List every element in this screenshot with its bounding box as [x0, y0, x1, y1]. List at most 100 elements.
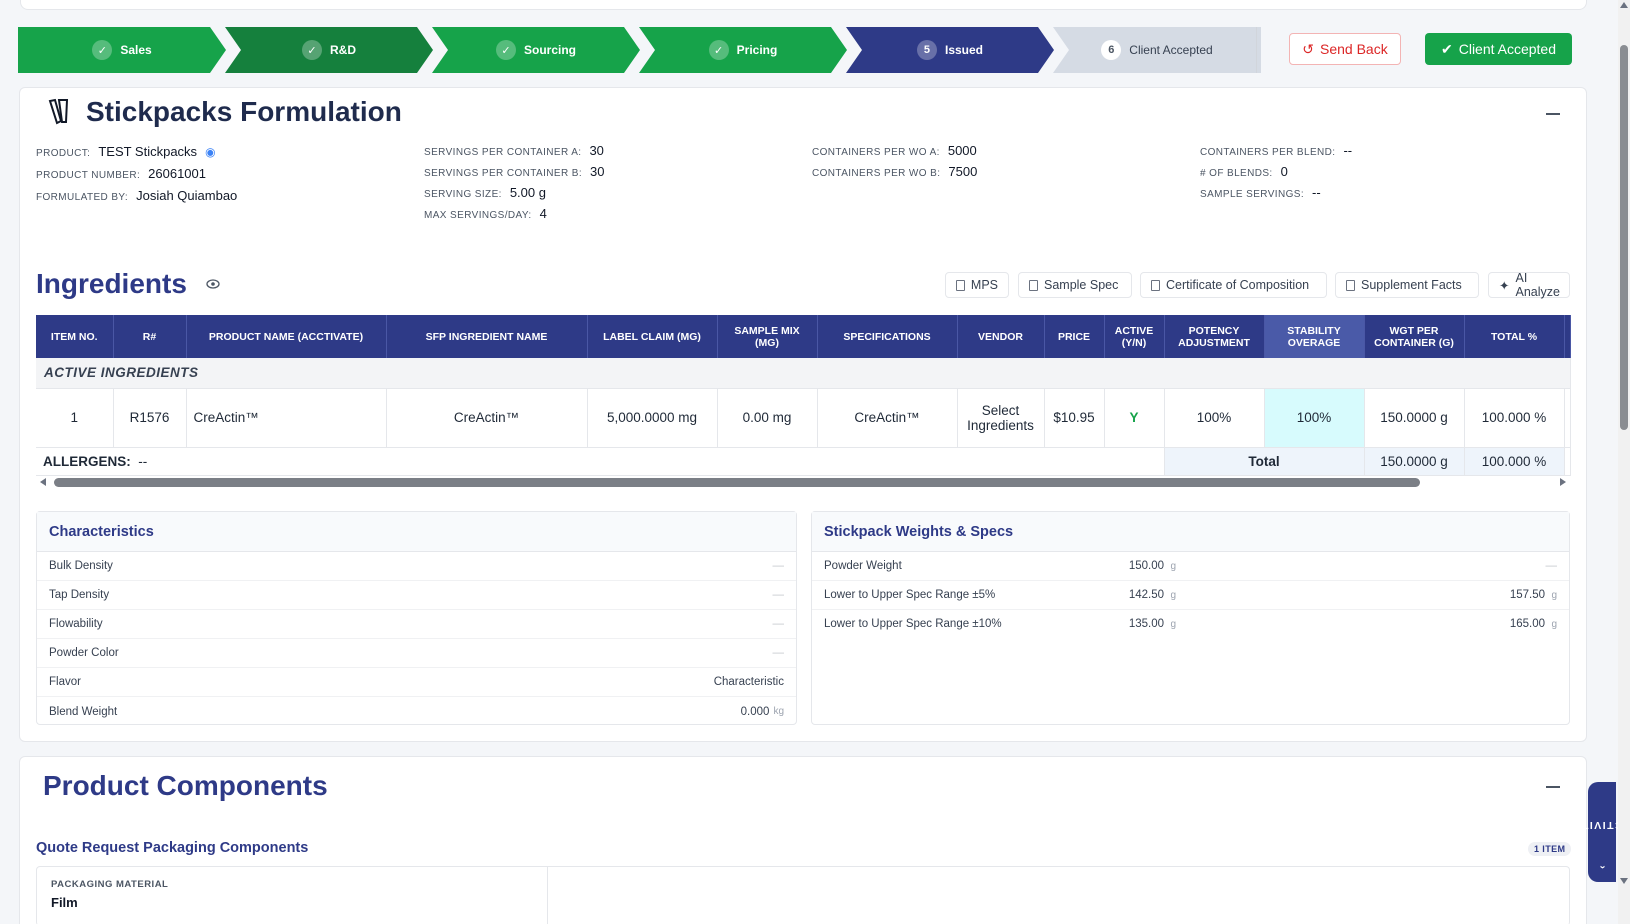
allergens-cell: ALLERGENS: -- [36, 447, 1165, 476]
col-price[interactable]: PRICE [1044, 315, 1105, 358]
activity-tab[interactable]: ‹ ACTIVITY [1572, 782, 1630, 882]
scroll-right-icon[interactable] [1560, 478, 1566, 486]
col-vendor[interactable]: VENDOR [957, 315, 1045, 358]
col-wgt-per-container[interactable]: WGT PER CONTAINER (G) [1364, 315, 1465, 358]
characteristic-row: Bulk Density — [37, 552, 796, 581]
certificate-of-composition-button[interactable]: Certificate of Composition [1140, 272, 1327, 298]
col-product-name[interactable]: PRODUCT NAME (ACCTIVATE) [186, 315, 387, 358]
col-r-number[interactable]: R# [113, 315, 187, 358]
characteristic-row: Flavor Characteristic [37, 668, 796, 697]
client-accepted-button[interactable]: ✔ Client Accepted [1425, 33, 1572, 65]
check-circle-icon: ✔ [1440, 40, 1453, 57]
stickpack-icon [48, 98, 69, 125]
supplement-facts-button[interactable]: Supplement Facts [1335, 272, 1479, 298]
weights-title: Stickpack Weights & Specs [812, 512, 1569, 552]
document-icon [1151, 279, 1160, 291]
meta-number-of-blends: # OF BLENDS: 0 [1200, 164, 1288, 179]
characteristics-panel: Characteristics Bulk Density — Tap Densit… [36, 511, 797, 725]
weight-row: Lower to Upper Spec Range ±10% 135.00 g … [824, 618, 1557, 630]
step-client-accepted[interactable]: 6 Client Accepted [1053, 27, 1261, 73]
eye-icon[interactable]: ◉ [205, 145, 216, 159]
step-sourcing[interactable]: ✓ Sourcing [432, 27, 640, 73]
col-total-pct[interactable]: TOTAL % [1464, 315, 1565, 358]
step-sales[interactable]: ✓ Sales [18, 27, 226, 73]
meta-max-servings: MAX SERVINGS/DAY: 4 [424, 206, 547, 221]
col-sample-mix[interactable]: SAMPLE MIX (MG) [717, 315, 818, 358]
check-icon: ✓ [708, 40, 729, 60]
formulation-title: Stickpacks Formulation [86, 96, 402, 127]
characteristic-row: Tap Density — [37, 581, 796, 610]
packaging-component-box: PACKAGING MATERIAL Film [36, 866, 1570, 924]
meta-serving-size: SERVING SIZE: 5.00 g [424, 185, 546, 200]
collapse-components-button[interactable] [1546, 786, 1560, 788]
weight-row: Lower to Upper Spec Range ±5% 142.50 g 1… [812, 581, 1569, 610]
send-back-button[interactable]: ↺ Send Back [1289, 33, 1401, 65]
col-stability[interactable]: STABILITY OVERAGE [1264, 315, 1365, 358]
col-potency[interactable]: POTENCY ADJUSTMENT [1164, 315, 1265, 358]
scroll-down-icon[interactable] [1620, 878, 1628, 884]
page-vertical-scrollbar[interactable] [1618, 0, 1630, 924]
characteristic-row: Flowability — [37, 610, 796, 639]
packaging-material-value: Film [51, 895, 78, 910]
undo-icon: ↺ [1302, 40, 1314, 57]
step-pricing[interactable]: ✓ Pricing [639, 27, 847, 73]
table-horizontal-scrollbar[interactable] [36, 476, 1570, 488]
step-number-badge: 6 [1101, 40, 1122, 60]
meta-servings-a: SERVINGS PER CONTAINER A: 30 [424, 143, 604, 158]
table-footer-row: ALLERGENS: -- Total 150.0000 g 100.000 % [36, 447, 1571, 476]
total-label: Total [1164, 447, 1365, 476]
scrollbar-thumb[interactable] [54, 478, 1420, 487]
mps-button[interactable]: MPS [945, 272, 1009, 298]
workflow-stepper: ✓ Sales ✓ R&D ✓ Sourcing ✓ Pricing 5 Issued 6… [18, 27, 1261, 73]
col-sfp-ingredient[interactable]: SFP INGREDIENT NAME [386, 315, 588, 358]
step-issued[interactable]: 5 Issued [846, 27, 1054, 73]
document-icon [1346, 279, 1355, 291]
weight-row: Powder Weight 150.00 g — [812, 552, 1569, 581]
characteristic-row: Blend Weight 0.000 kg [49, 705, 784, 718]
section-active-ingredients: ACTIVE INGREDIENTS [36, 358, 1571, 389]
ingredients-title: Ingredients [36, 268, 187, 299]
check-icon: ✓ [495, 40, 516, 60]
activity-label: ‹ ACTIVITY [1572, 819, 1630, 869]
meta-containers-wo-a: CONTAINERS PER WO A: 5000 [812, 143, 977, 158]
ai-analyze-button[interactable]: ✦ AI Analyze [1488, 271, 1570, 299]
characteristics-title: Characteristics [37, 512, 796, 552]
col-overflow [1564, 315, 1571, 358]
table-row[interactable]: 1 R1576 CreActin™ CreActin™ 5,000.0000 m… [36, 388, 1571, 448]
meta-containers-wo-b: CONTAINERS PER WO B: 7500 [812, 164, 978, 179]
product-components-title: Product Components [43, 770, 328, 801]
col-label-claim[interactable]: LABEL CLAIM (MG) [587, 315, 718, 358]
check-icon: ✓ [302, 40, 322, 60]
stickpack-weights-panel: Stickpack Weights & Specs Powder Weight … [811, 511, 1570, 725]
document-icon [956, 279, 965, 291]
meta-servings-b: SERVINGS PER CONTAINER B: 30 [424, 164, 605, 179]
check-icon: ✓ [92, 40, 113, 60]
packaging-divider [547, 867, 548, 924]
total-percent: 100.000 % [1464, 447, 1565, 476]
item-count-badge: 1 ITEM [1528, 842, 1572, 856]
scroll-left-icon[interactable] [40, 478, 46, 486]
step-number-badge: 5 [916, 40, 937, 60]
top-card-edge [20, 0, 1587, 10]
quote-request-title: Quote Request Packaging Components [36, 840, 309, 856]
eye-icon[interactable] [206, 279, 220, 289]
meta-containers-per-blend: CONTAINERS PER BLEND: -- [1200, 143, 1353, 158]
scroll-up-icon[interactable] [1620, 2, 1628, 8]
collapse-formulation-button[interactable] [1546, 113, 1560, 115]
meta-product-number: PRODUCT NUMBER: 26061001 [36, 166, 206, 181]
workflow-divider [1256, 27, 1257, 73]
col-specifications[interactable]: SPECIFICATIONS [817, 315, 958, 358]
col-item-no[interactable]: ITEM NO. [36, 315, 114, 358]
sample-spec-button[interactable]: Sample Spec [1018, 272, 1132, 298]
meta-product: PRODUCT: TEST Stickpacks ◉ [36, 144, 216, 159]
meta-formulated-by: FORMULATED BY: Josiah Quiambao [36, 188, 238, 203]
scrollbar-thumb[interactable] [1620, 45, 1628, 430]
meta-sample-servings: SAMPLE SERVINGS: -- [1200, 185, 1321, 200]
step-rnd[interactable]: ✓ R&D [225, 27, 433, 73]
table-header-row: ITEM NO. R# PRODUCT NAME (ACCTIVATE) SFP… [36, 315, 1571, 358]
total-weight: 150.0000 g [1364, 447, 1465, 476]
col-active[interactable]: ACTIVE (Y/N) [1104, 315, 1165, 358]
sparkle-icon: ✦ [1499, 278, 1510, 293]
ingredients-table: ITEM NO. R# PRODUCT NAME (ACCTIVATE) SFP… [36, 315, 1571, 476]
document-icon [1029, 279, 1038, 291]
